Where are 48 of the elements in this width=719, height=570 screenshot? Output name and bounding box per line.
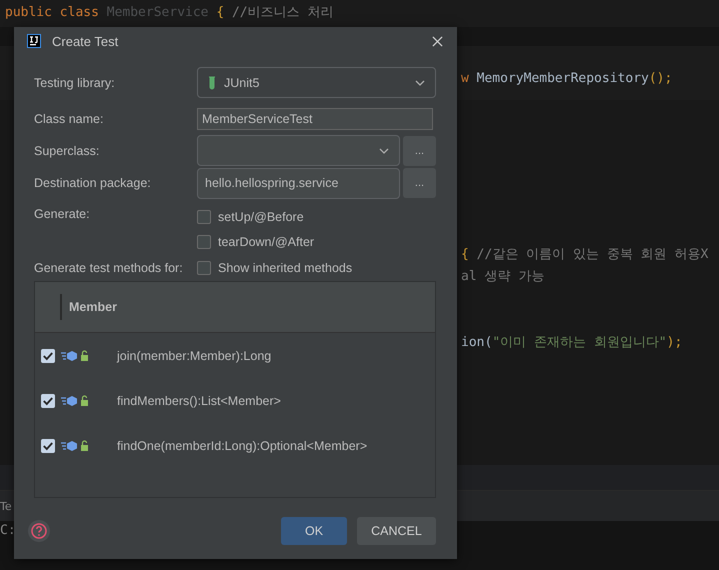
code-text: ); [666, 335, 682, 350]
flask-icon [208, 76, 216, 90]
checkbox-label: Show inherited methods [218, 261, 352, 275]
method-icon [61, 350, 91, 362]
method-signature: join(member:Member):Long [117, 348, 272, 362]
console-text: C: [0, 523, 16, 538]
cancel-button[interactable]: CANCEL [357, 517, 436, 545]
field-label: Testing library: [34, 76, 116, 90]
code-text: w [461, 71, 470, 86]
code-text: { [461, 247, 470, 262]
method-signature: findMembers():List<Member> [117, 394, 281, 408]
code-text: al 생략 가능 [461, 269, 544, 284]
chevron-down-icon [379, 148, 389, 154]
code-text: //비즈니스 처리 [232, 5, 334, 20]
ok-button[interactable]: OK [281, 517, 347, 545]
code-text: public class [5, 5, 100, 20]
checkbox[interactable] [197, 261, 211, 275]
column-header: Member [69, 300, 117, 314]
checkbox-label: tearDown/@After [218, 235, 314, 249]
code-text: //같은 이름이 있는 중복 회원 허용X [476, 247, 708, 262]
chevron-down-icon [415, 80, 425, 86]
panel-tab-text: Te [0, 500, 12, 512]
field-label: Generate: [34, 207, 91, 221]
field-label: Destination package: [34, 176, 152, 190]
library-dropdown[interactable]: JUnit5 [197, 67, 436, 98]
close-icon[interactable] [432, 36, 443, 46]
checkbox-label: setUp/@Before [218, 210, 304, 224]
field-label: Class name: [34, 112, 104, 126]
checkbox[interactable] [197, 235, 211, 249]
browse-button[interactable]: ... [403, 168, 436, 198]
browse-button[interactable]: ... [403, 136, 436, 166]
help-icon[interactable] [28, 520, 50, 542]
code-text: MemoryMemberRepository [476, 71, 649, 86]
code-text: "이미 존재하는 회원입니다" [492, 335, 667, 350]
method-icon [61, 440, 91, 452]
method-signature: findOne(memberId:Long):Optional<Member> [117, 438, 368, 452]
dialog-title: Create Test [52, 34, 120, 48]
code-text: { [216, 5, 226, 20]
superclass-dropdown[interactable] [197, 135, 400, 166]
field-label: Superclass: [34, 144, 100, 158]
class-name-field[interactable]: MemberServiceTest [197, 108, 433, 130]
app-logo-icon [27, 34, 41, 48]
code-text: (); [648, 71, 672, 86]
code-text: ion( [461, 335, 492, 350]
field-label: Generate test methods for: [34, 261, 184, 275]
checkbox[interactable] [197, 210, 211, 224]
package-field[interactable]: hello.hellospring.service [197, 168, 400, 198]
method-icon [61, 394, 91, 406]
